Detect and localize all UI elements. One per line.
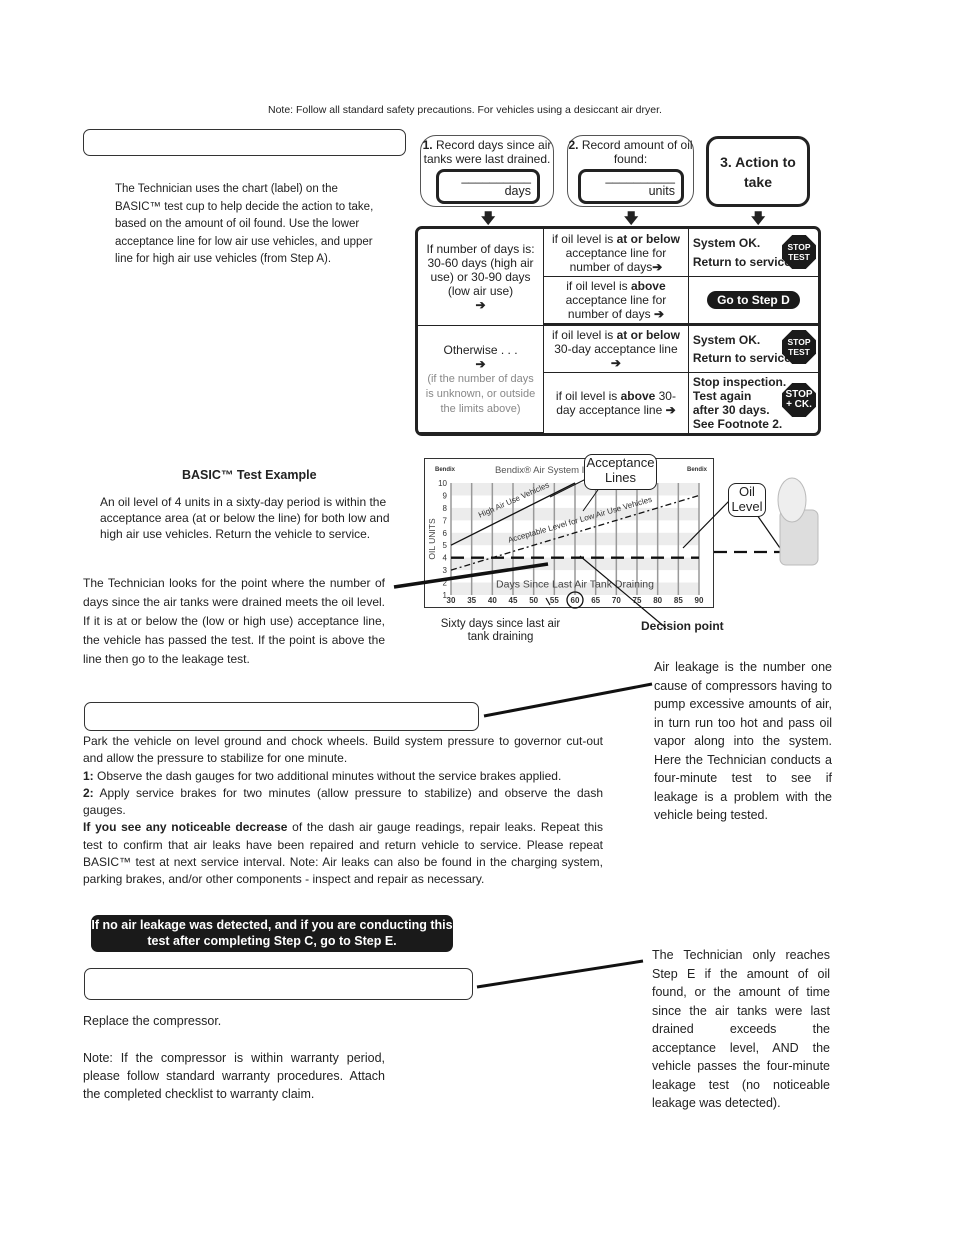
action-system-ok: System OK. Return to service. STOP TEST [688,229,818,277]
step-c-intro: The Technician uses the chart (label) on… [115,183,374,265]
example-text: An oil level of 4 units in a sixty-day p… [100,495,390,541]
step-d-header-box [84,702,479,731]
step-e-side-text: The Technician only reaches Step E if th… [652,948,830,1110]
arrow-right-icon: ➔ [475,356,486,371]
condition-otherwise-cell: Otherwise . . . ➔ (if the number of days… [418,326,545,433]
decision-point-caption: Decision point [641,619,724,633]
oil-above-cell: if oil level is above acceptance line fo… [544,277,689,326]
step-2-number: 2. [568,138,579,152]
oil-level-callout: Oil Level [728,483,766,517]
step-e-header-box [84,968,473,1000]
oil-units-field[interactable]: __________ units [578,169,684,204]
step-3-action-box: 3. Action to take [706,136,810,207]
oil-arrow-left [682,499,731,549]
leakage-side-text: Air leakage is the number one cause of c… [654,660,832,822]
step-c-header-box [83,129,406,156]
step-e-banner: If no air leakage was detected, and if y… [91,915,453,952]
decision-table: If number of days is: 30-60 days (high a… [415,226,821,436]
leakage-instructions: Park the vehicle on level ground and cho… [83,734,603,887]
oil-above-30-cell: if oil level is above 30-day acceptance … [544,373,689,433]
sixty-arrow [545,597,551,606]
action-go-to-step-d-cell: Go to Step D [688,277,818,326]
warranty-note: Note: If the compressor is within warran… [83,1051,385,1101]
safety-note: Note: Follow all standard safety precaut… [268,104,662,116]
condition-note: (if the number of days is unknown, or ou… [425,372,536,415]
replace-compressor-text: Replace the compressor. [83,1014,222,1028]
lookup-text: The Technician looks for the point where… [83,576,385,666]
leakage-leader [483,682,653,718]
go-to-step-d-button[interactable]: Go to Step D [707,291,800,309]
arrow-right-icon: ➔ [652,259,663,274]
lookup-leader-line [393,562,549,589]
units-unit: units [648,184,675,198]
arrow-right-icon: ➔ [653,307,665,321]
condition-days-cell: If number of days is: 30-60 days (high a… [418,229,545,326]
step-1-number: 1. [422,138,433,152]
arrow-right-icon: ➔ [610,356,621,370]
action-system-ok-2: System OK. Return to service. STOP TEST [688,326,818,373]
acceptance-lines-callout: Acceptance Lines [584,454,657,490]
step-1-label: Record days since air tanks were last dr… [423,138,552,166]
action-stop-inspection: Stop inspection. Test again after 30 day… [689,373,818,433]
arrow-right-icon: ➔ [665,403,676,417]
days-unit: days [504,184,531,198]
oil-at-or-below-cell: if oil level is at or below acceptance l… [544,229,689,277]
oil-arrow-right [754,511,781,549]
example-title: BASIC™ Test Example [182,468,317,482]
oil-at-or-below-30-cell: if oil level is at or below 30-day accep… [544,326,689,373]
days-field[interactable]: __________ days [436,169,540,204]
arrow-right-icon: ➔ [475,298,486,312]
step-2-label: Record amount of oil found: [581,138,693,166]
test-cup-icon [777,477,819,566]
decision-arrow [579,555,667,629]
sixty-days-caption: Sixty days since last air tank draining [440,618,561,643]
step-e-leader [476,959,644,989]
